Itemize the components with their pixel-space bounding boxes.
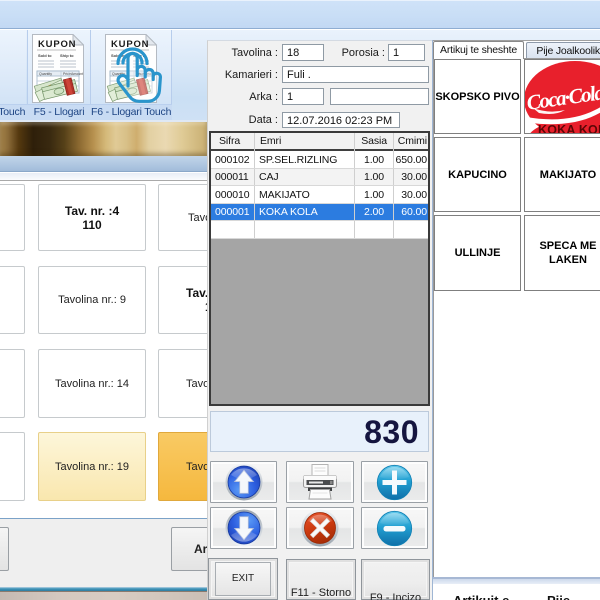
- svg-text:Sold to: Sold to: [38, 53, 52, 58]
- svg-text:KUPON: KUPON: [38, 39, 76, 50]
- svg-text:KOKA KOLA: KOKA KOLA: [538, 123, 600, 134]
- svg-text:Ship to: Ship to: [60, 53, 74, 58]
- svg-text:Quantity: Quantity: [39, 72, 52, 76]
- svg-text:Amount: Amount: [71, 72, 83, 76]
- svg-text:Price: Price: [63, 72, 71, 76]
